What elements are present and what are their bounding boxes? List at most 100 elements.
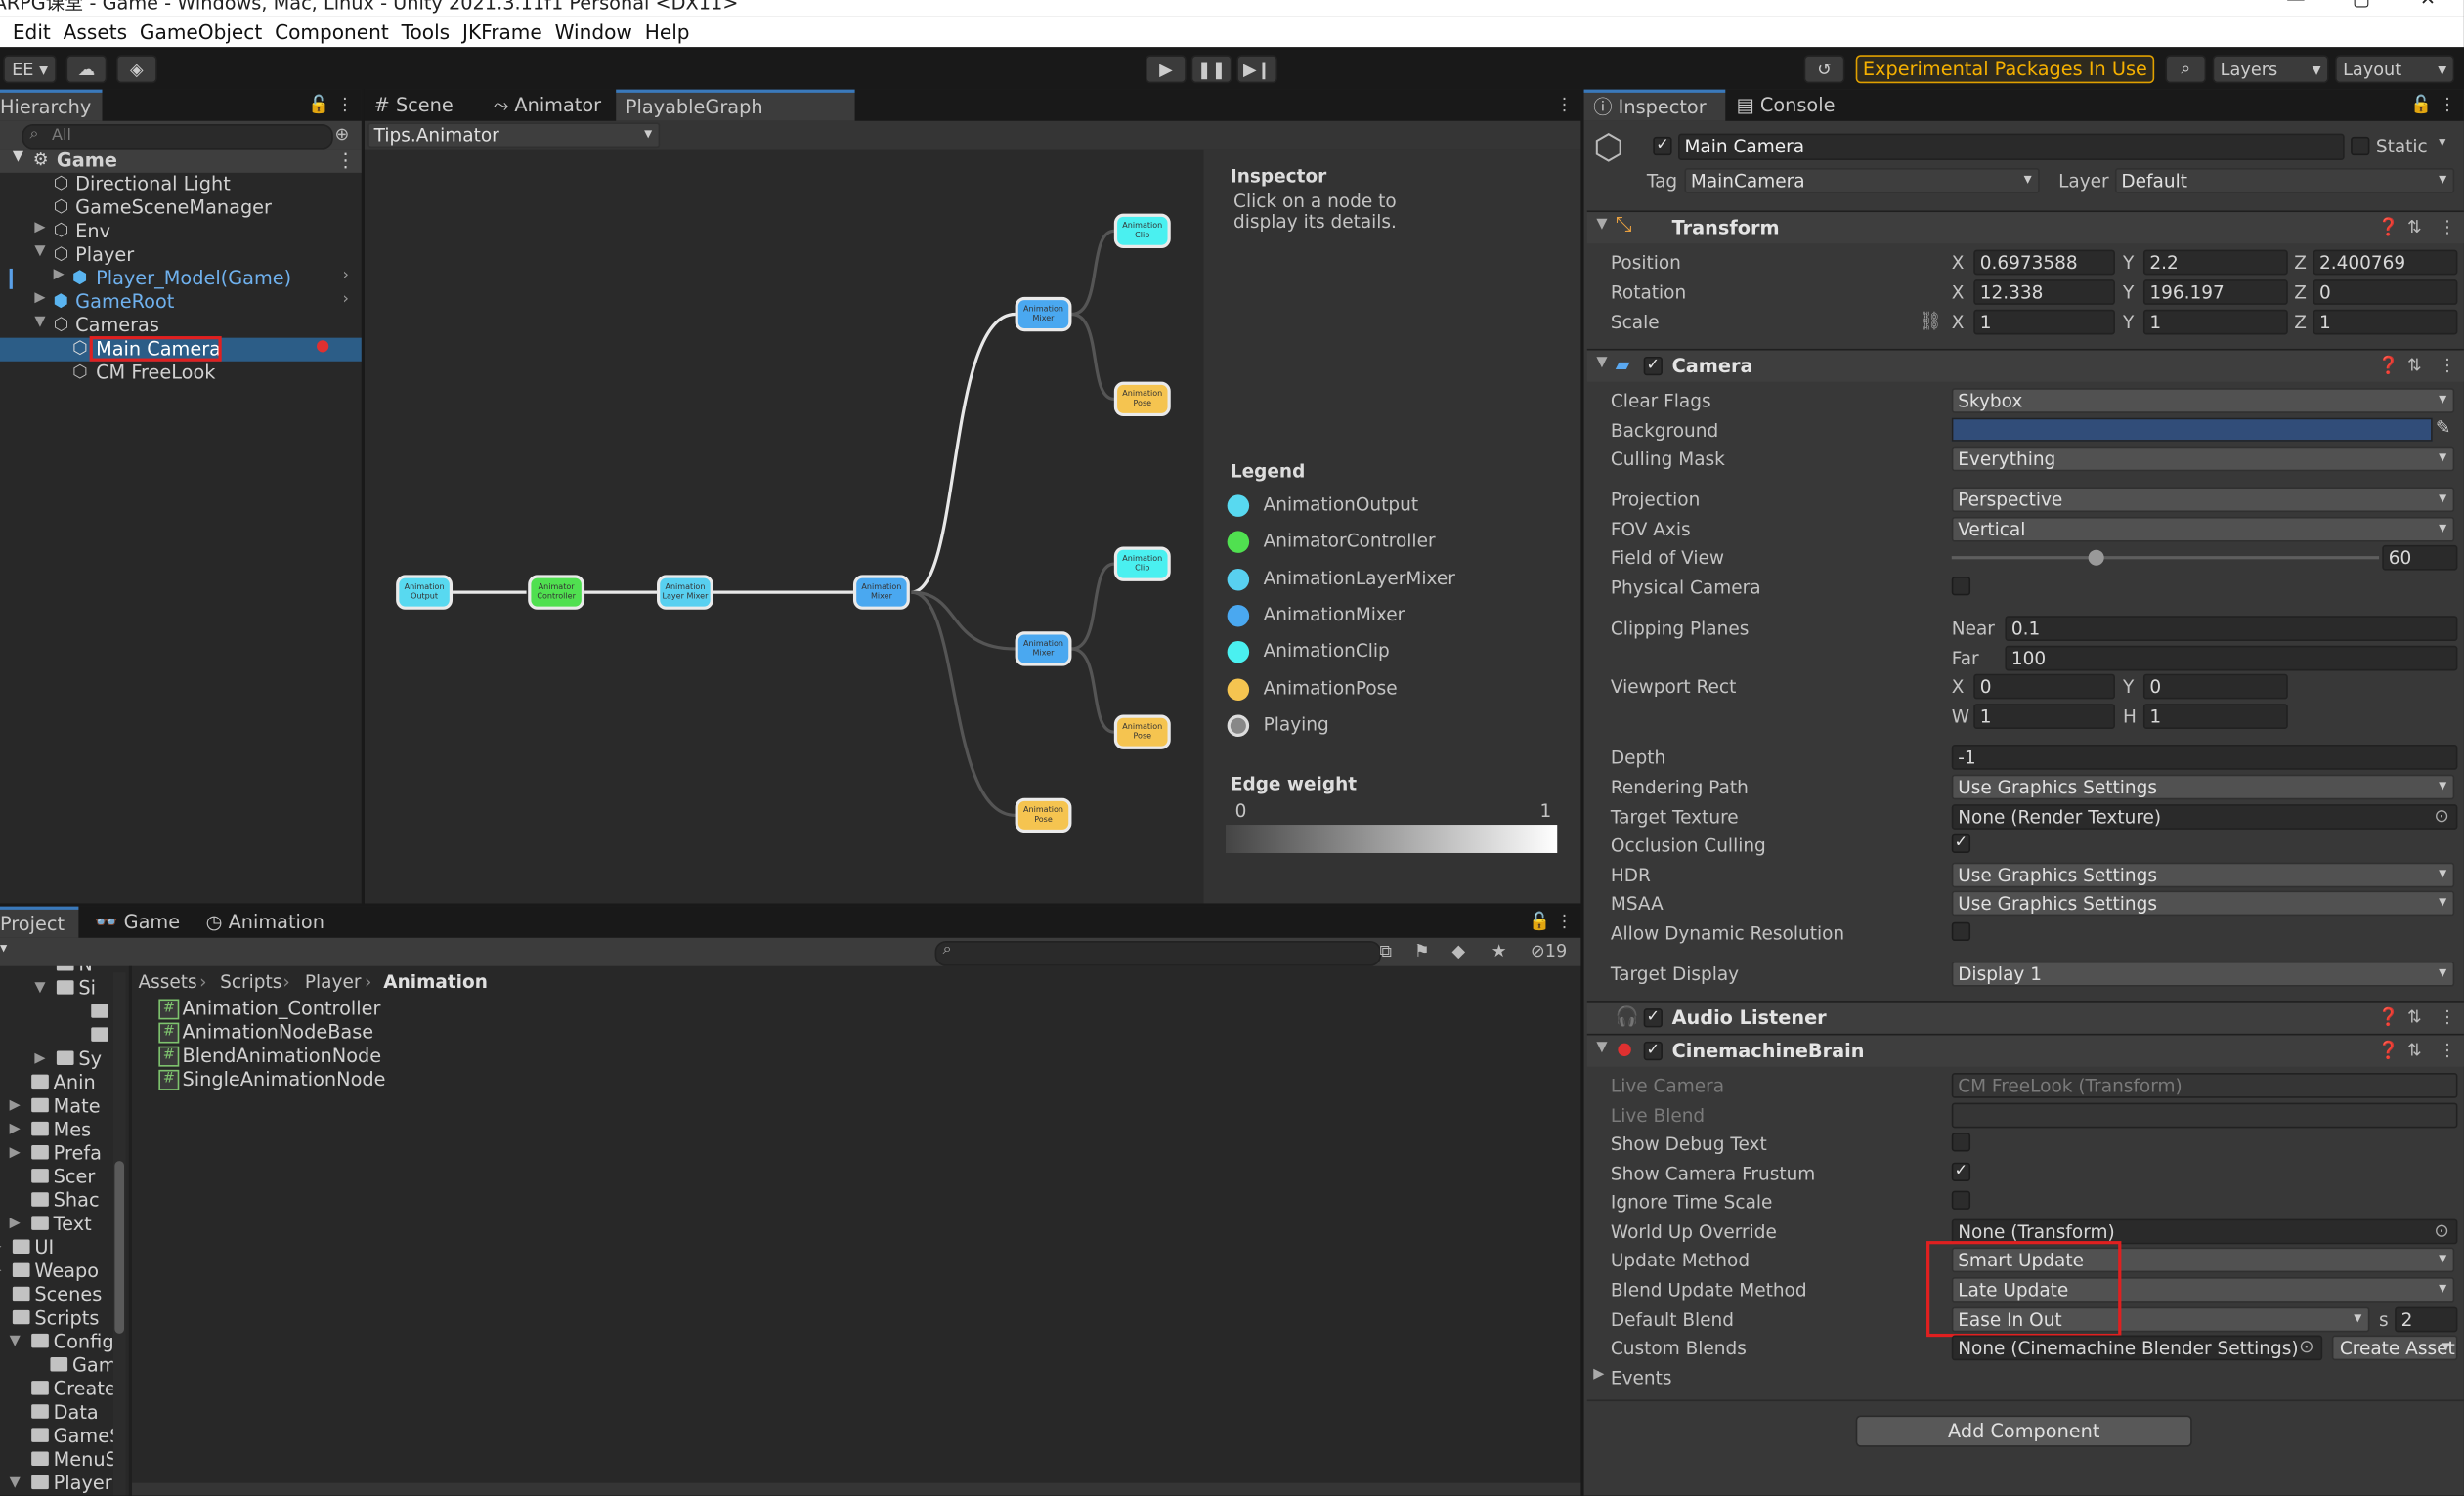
- folder-item[interactable]: Si: [78, 977, 96, 1001]
- node-animation-layer-mixer[interactable]: Animation Layer Mixer: [657, 575, 713, 610]
- hierarchy-item-player[interactable]: Player: [75, 243, 134, 267]
- hierarchy-item-gameroot[interactable]: GameRoot: [75, 290, 174, 314]
- viewport-x-field[interactable]: 0: [1973, 673, 2115, 700]
- tab-hierarchy[interactable]: Hierarchy: [0, 89, 103, 121]
- dynamic-resolution-checkbox[interactable]: [1951, 921, 1971, 942]
- help-icon[interactable]: ❓: [2377, 217, 2399, 237]
- menu-component[interactable]: Component: [275, 20, 389, 43]
- node-animation-mixer[interactable]: Animation Mixer: [852, 575, 910, 610]
- hierarchy-item-env[interactable]: Env: [75, 220, 110, 243]
- target-display-dropdown[interactable]: Display 1: [1951, 961, 2455, 987]
- tab-game[interactable]: 👓 Game: [94, 907, 180, 938]
- tree-scrollbar[interactable]: [112, 972, 126, 1496]
- show-camera-frustum-checkbox[interactable]: ✓: [1951, 1162, 1971, 1181]
- folder-item[interactable]: N: [78, 966, 92, 977]
- menu-help[interactable]: Help: [645, 20, 690, 43]
- hierarchy-item-player-model[interactable]: Player_Model(Game): [96, 267, 291, 290]
- more-icon[interactable]: ⋮: [336, 150, 355, 172]
- link-icon[interactable]: ⛓: [1919, 310, 1941, 332]
- scale-z-field[interactable]: 1: [2313, 309, 2458, 335]
- file-item[interactable]: AnimationNodeBase: [182, 1021, 373, 1045]
- folder-item[interactable]: Config: [54, 1331, 114, 1354]
- fov-axis-dropdown[interactable]: Vertical: [1951, 516, 2455, 542]
- expand-icon[interactable]: ▶: [34, 1051, 45, 1067]
- folder-item[interactable]: Player: [54, 1472, 112, 1495]
- preset-icon[interactable]: ⇅: [2407, 1007, 2422, 1028]
- fov-slider-thumb[interactable]: [2088, 549, 2104, 566]
- expand-icon[interactable]: ▶: [10, 1145, 21, 1161]
- rotation-z-field[interactable]: 0: [2313, 279, 2458, 305]
- camera-header[interactable]: ▼ ▰ ✓ Camera ❓ ⇅ ⋮: [1586, 348, 2464, 382]
- viewport-y-field[interactable]: 0: [2142, 673, 2288, 700]
- folder-item[interactable]: Mes: [54, 1119, 92, 1142]
- static-dropdown-icon[interactable]: ▾: [2439, 135, 2445, 150]
- folder-item[interactable]: Gam: [72, 1354, 117, 1378]
- folder-item[interactable]: Mate: [54, 1095, 101, 1119]
- active-checkbox[interactable]: ✓: [1653, 136, 1672, 156]
- tag-dropdown[interactable]: MainCamera: [1684, 168, 2040, 193]
- folder-item[interactable]: Scripts: [34, 1307, 99, 1331]
- more-icon[interactable]: ⋮: [2439, 1040, 2456, 1060]
- chevron-right-icon[interactable]: ›: [342, 290, 348, 308]
- tab-project[interactable]: Project: [0, 906, 79, 938]
- folder-item[interactable]: Shac: [54, 1189, 100, 1213]
- lock-icon[interactable]: 🔓: [2410, 94, 2432, 114]
- more-icon[interactable]: ⋮: [1556, 94, 1574, 114]
- tab-animator[interactable]: ⤳ Animator: [494, 90, 601, 121]
- scrollbar-thumb[interactable]: [114, 1161, 125, 1334]
- tab-playablegraph-visualizer[interactable]: PlayableGraph Visualizer: [616, 89, 855, 147]
- expand-icon[interactable]: ▶: [10, 1122, 21, 1137]
- far-field[interactable]: 100: [2005, 645, 2458, 671]
- audio-listener-header[interactable]: 🎧 ✓ Audio Listener ❓ ⇅ ⋮: [1586, 1001, 2464, 1034]
- folder-item[interactable]: GameS: [54, 1425, 122, 1448]
- file-item[interactable]: BlendAnimationNode: [182, 1045, 381, 1068]
- lock-icon[interactable]: 🔓: [308, 94, 329, 114]
- more-icon[interactable]: ⋮: [2439, 94, 2456, 114]
- more-icon[interactable]: ⋮: [2439, 355, 2456, 375]
- rendering-path-dropdown[interactable]: Use Graphics Settings: [1951, 774, 2455, 800]
- help-icon[interactable]: ❓: [2377, 1007, 2399, 1028]
- breadcrumb-player[interactable]: Player: [305, 971, 362, 994]
- menu-assets[interactable]: Assets: [64, 20, 127, 43]
- expand-icon[interactable]: ▼: [34, 315, 45, 330]
- collab-icon[interactable]: ◈: [115, 55, 157, 84]
- near-field[interactable]: 0.1: [2005, 616, 2458, 641]
- tab-inspector[interactable]: ⓘ Inspector: [1583, 89, 1726, 121]
- node-animation-clip[interactable]: Animation Clip: [1113, 213, 1171, 249]
- viewport-h-field[interactable]: 1: [2142, 704, 2288, 729]
- menu-tools[interactable]: Tools: [402, 20, 451, 43]
- rotation-y-field[interactable]: 196.197: [2142, 279, 2288, 305]
- fov-field[interactable]: 60: [2382, 544, 2458, 571]
- background-color-field[interactable]: [1951, 417, 2433, 442]
- play-button[interactable]: ▶: [1146, 55, 1187, 84]
- expand-icon[interactable]: ▶: [10, 1098, 21, 1114]
- collapse-icon[interactable]: ▼: [1596, 355, 1607, 370]
- layers-dropdown[interactable]: Layers ▾: [2212, 55, 2329, 84]
- breadcrumb-animation[interactable]: Animation: [383, 971, 488, 994]
- expand-icon[interactable]: ▼: [10, 1334, 21, 1349]
- physical-camera-checkbox[interactable]: [1951, 577, 1971, 596]
- folder-item[interactable]: Scer: [54, 1166, 96, 1189]
- menu-edit[interactable]: Edit: [13, 20, 51, 43]
- create-asset-button[interactable]: Create Asset: [2331, 1335, 2458, 1361]
- folder-item[interactable]: Weapo: [34, 1260, 99, 1283]
- menu-gameobject[interactable]: GameObject: [140, 20, 262, 43]
- preset-icon[interactable]: ⇅: [2407, 355, 2422, 375]
- rotation-x-field[interactable]: 12.338: [1973, 279, 2115, 305]
- tab-console[interactable]: ▤ Console: [1737, 90, 1836, 121]
- search-filter-icon[interactable]: ⧉: [1380, 941, 1393, 963]
- node-animation-output[interactable]: Animation Output: [396, 575, 454, 610]
- fov-slider-track[interactable]: [1951, 556, 2380, 560]
- history-icon[interactable]: ↺: [1803, 55, 1845, 84]
- expand-icon[interactable]: ▶: [34, 290, 45, 306]
- static-checkbox[interactable]: [2351, 136, 2370, 156]
- camera-enabled-checkbox[interactable]: ✓: [1643, 356, 1663, 376]
- folder-item[interactable]: Create: [54, 1378, 116, 1401]
- hierarchy-search-input[interactable]: ⌕ All: [22, 124, 333, 150]
- expand-icon[interactable]: ▶: [0, 1263, 1, 1279]
- create-icon[interactable]: ⊕: [334, 124, 349, 145]
- position-x-field[interactable]: 0.6973588: [1973, 249, 2115, 276]
- experimental-packages-button[interactable]: Experimental Packages In Use ▾: [1855, 55, 2155, 106]
- scale-x-field[interactable]: 1: [1973, 309, 2115, 335]
- layer-dropdown[interactable]: Default: [2114, 168, 2455, 193]
